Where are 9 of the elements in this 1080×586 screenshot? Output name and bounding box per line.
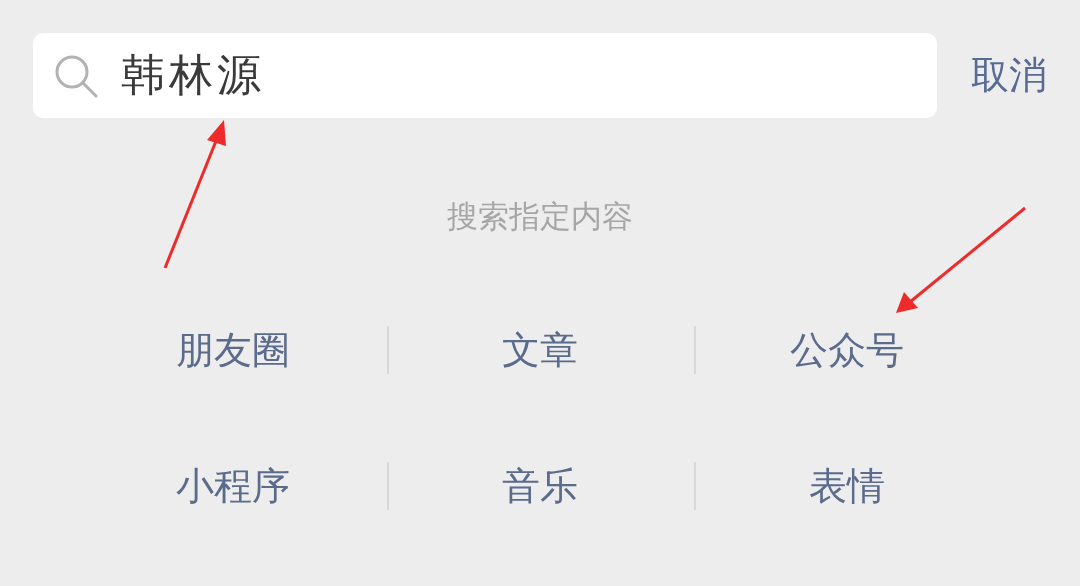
category-link[interactable]: 公众号 [790, 326, 904, 374]
search-field[interactable]: 韩林源 [33, 33, 937, 118]
category-link[interactable]: 小程序 [176, 462, 290, 510]
category-link[interactable]: 朋友圈 [176, 326, 290, 374]
category-link[interactable]: 表情 [809, 462, 885, 510]
hint-text: 搜索指定内容 [446, 197, 634, 236]
category-link[interactable]: 音乐 [502, 462, 578, 510]
cancel-button[interactable]: 取消 [971, 50, 1047, 101]
category-link[interactable]: 文章 [502, 326, 578, 374]
